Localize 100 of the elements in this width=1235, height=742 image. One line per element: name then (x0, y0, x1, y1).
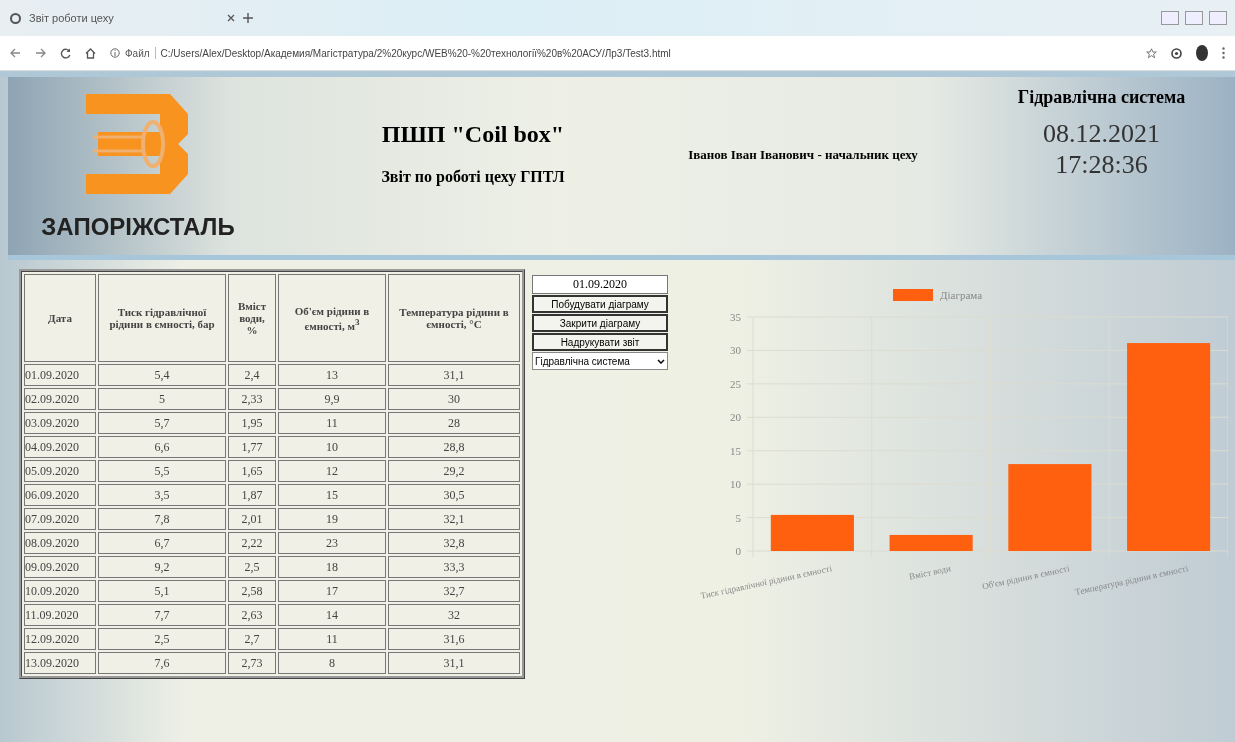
table-cell: 2,7 (228, 628, 276, 650)
home-icon[interactable] (85, 47, 96, 59)
table-cell: 5 (98, 388, 226, 410)
table-cell: 2,63 (228, 604, 276, 626)
table-cell: 9,9 (278, 388, 386, 410)
table-cell: 12.09.2020 (24, 628, 96, 650)
legend-label: Діаграма (940, 289, 983, 301)
action-button[interactable]: Закрити діаграму (532, 314, 668, 332)
table-cell: 2,5 (98, 628, 226, 650)
axis-tick-label: 0 (735, 545, 741, 557)
table-cell: 19 (278, 508, 386, 530)
table-cell: 29,2 (388, 460, 520, 482)
table-cell: 32,7 (388, 580, 520, 602)
table-cell: 31,1 (388, 652, 520, 674)
table-cell: 02.09.2020 (24, 388, 96, 410)
reload-icon[interactable] (60, 47, 71, 59)
table-cell: 11.09.2020 (24, 604, 96, 626)
table-cell: 01.09.2020 (24, 364, 96, 386)
table-cell: 2,58 (228, 580, 276, 602)
new-tab-icon[interactable] (243, 13, 253, 23)
axis-tick-label: 25 (730, 377, 741, 390)
forward-icon[interactable] (35, 48, 46, 58)
axis-tick-label: 30 (730, 344, 741, 357)
table-cell: 06.09.2020 (24, 484, 96, 506)
table-cell: 1,87 (228, 484, 276, 506)
column-header: Об'єм рідини в ємності, м$^{3}$ (278, 274, 386, 362)
table-cell: 23 (278, 532, 386, 554)
globe-icon (10, 12, 21, 24)
back-icon[interactable] (10, 48, 21, 58)
table-cell: 09.09.2020 (24, 556, 96, 578)
table-cell: 04.09.2020 (24, 436, 96, 458)
table-cell: 15 (278, 484, 386, 506)
table-cell: 3,5 (98, 484, 226, 506)
table-cell: 33,3 (388, 556, 520, 578)
axis-tick-label: 5 (735, 511, 741, 524)
action-button[interactable]: Надрукувати звіт (532, 333, 668, 351)
table-cell: 2,5 (228, 556, 276, 578)
company-title: ПШП "Coil box" (380, 121, 566, 148)
table-cell: 5,7 (98, 412, 226, 434)
axis-tick-label: 10 (730, 478, 741, 491)
system-dropdown[interactable]: Гідравлічна система (532, 352, 668, 370)
table-cell: 7,8 (98, 508, 226, 530)
table-cell: 14 (278, 604, 386, 626)
address-bar[interactable]: Файл C:/Users/Alex/Desktop/Академия/Магістратура/2%20курс/WEB%20-%20технології%20в%20АСУ/Лр3/Test3.html (110, 47, 1132, 59)
table-cell: 11 (278, 412, 386, 434)
table-cell: 2,73 (228, 652, 276, 674)
table-cell: 32,1 (388, 508, 520, 530)
tab-title[interactable]: Звіт роботи цеху (29, 12, 219, 24)
action-button[interactable]: Побудувати діаграму (532, 295, 668, 313)
table-cell: 2,4 (228, 364, 276, 386)
table-cell: 30,5 (388, 484, 520, 506)
column-header: Температура рідини в ємності, °С (388, 274, 520, 362)
table-cell: 2,33 (228, 388, 276, 410)
table-cell: 08.09.2020 (24, 532, 96, 554)
table-cell: 18 (278, 556, 386, 578)
logo-text: ЗАПОРІЖСТАЛЬ (41, 213, 235, 241)
system-title: Гідравлічна система (1016, 87, 1187, 108)
table-cell: 28 (388, 412, 520, 434)
table-cell: 1,77 (228, 436, 276, 458)
table-cell: 32,8 (388, 532, 520, 554)
table-cell: 5,4 (98, 364, 226, 386)
table-cell: 1,95 (228, 412, 276, 434)
table-cell: 5,1 (98, 580, 226, 602)
axis-tick-label: 20 (730, 411, 741, 424)
table-cell: 5,5 (98, 460, 226, 482)
table-cell: 31,1 (388, 364, 520, 386)
current-time: 17:28:36 (1054, 149, 1149, 181)
table-cell: 9,2 (98, 556, 226, 578)
table-cell: 6,6 (98, 436, 226, 458)
report-title: Звіт по роботі цеху ГПТЛ (380, 168, 566, 186)
table-cell: 8 (278, 652, 386, 674)
table-cell: 07.09.2020 (24, 508, 96, 530)
table-cell: 10.09.2020 (24, 580, 96, 602)
table-cell: 2,01 (228, 508, 276, 530)
star-icon[interactable] (1146, 47, 1157, 59)
menu-icon[interactable] (1222, 47, 1225, 59)
table-cell: 31,6 (388, 628, 520, 650)
table-cell: 28,8 (388, 436, 520, 458)
current-date: 08.12.2021 (1042, 118, 1161, 150)
axis-category-label: Температура рідини в ємності (1074, 563, 1190, 597)
extension-icon[interactable] (1171, 47, 1182, 59)
table-cell: 7,6 (98, 652, 226, 674)
caret-icon (657, 358, 665, 364)
table-cell: 13.09.2020 (24, 652, 96, 674)
column-header: Вміст води, % (228, 274, 276, 362)
close-icon[interactable] (227, 14, 235, 22)
table-cell: 03.09.2020 (24, 412, 96, 434)
table-cell: 17 (278, 580, 386, 602)
table-cell: 6,7 (98, 532, 226, 554)
table-cell: 30 (388, 388, 520, 410)
table-cell: 10 (278, 436, 386, 458)
table-cell: 13 (278, 364, 386, 386)
person-name: Іванов Іван Іванович - начальник цеху (687, 146, 919, 163)
avatar-icon[interactable] (1196, 45, 1208, 61)
axis-category-label: Вміст води (908, 563, 952, 582)
date-field[interactable]: 01.09.2020 (532, 275, 668, 294)
axis-tick-label: 35 (730, 311, 741, 323)
table-cell: 11 (278, 628, 386, 650)
axis-category-label: Об'єм рідини в ємності (981, 563, 1071, 592)
table-cell: 32 (388, 604, 520, 626)
